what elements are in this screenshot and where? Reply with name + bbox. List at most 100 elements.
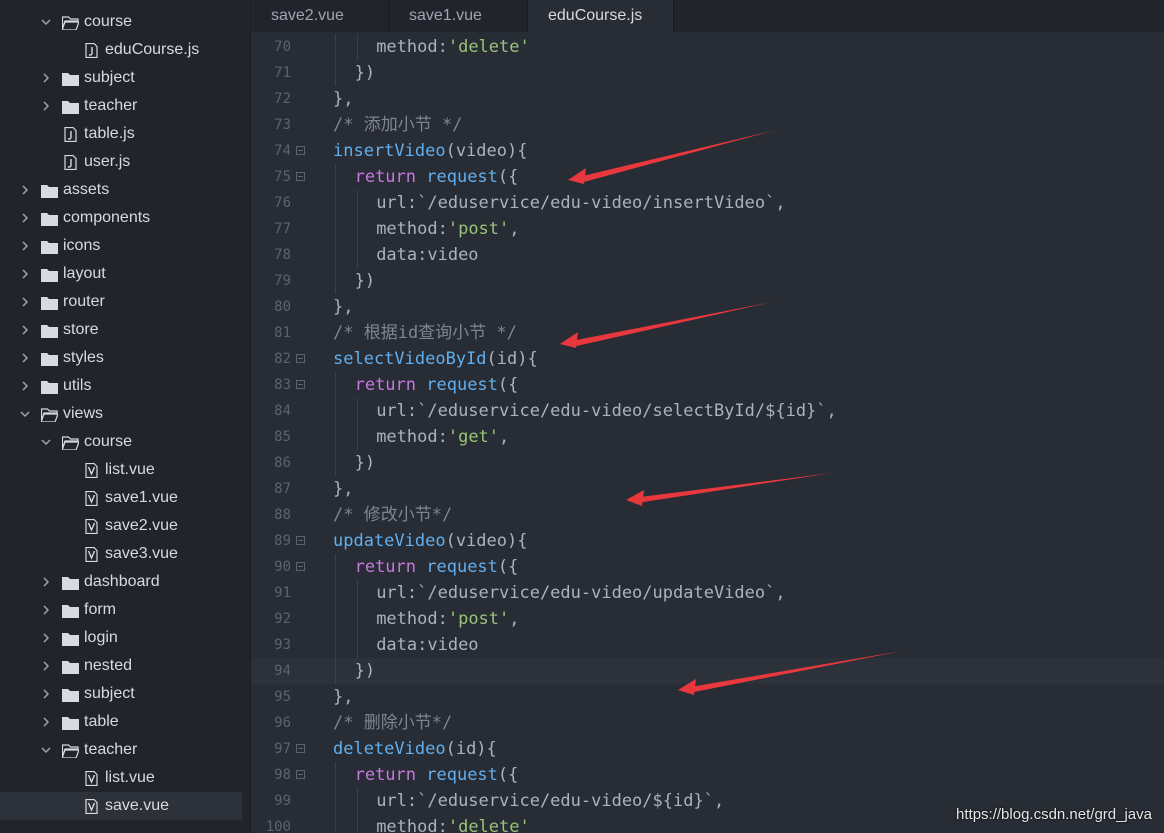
- tree-item[interactable]: store: [0, 316, 242, 344]
- chevron-right-icon[interactable]: [19, 372, 31, 400]
- watermark-text: https://blog.csdn.net/grd_java: [956, 806, 1152, 823]
- code-editor[interactable]: 70 method:'delete' 71}) 72}, 73/* 添加小节 */74 i…: [251, 32, 1164, 833]
- tree-item[interactable]: course: [0, 428, 242, 456]
- editor-tab[interactable]: eduCourse.js: [528, 0, 674, 32]
- code-line[interactable]: 80},: [251, 294, 1164, 320]
- tree-item[interactable]: list.vue: [0, 456, 242, 484]
- tree-item[interactable]: layout: [0, 260, 242, 288]
- chevron-right-icon[interactable]: [40, 652, 52, 680]
- chevron-down-icon[interactable]: [40, 736, 52, 764]
- tree-item[interactable]: list.vue: [0, 764, 242, 792]
- code-line[interactable]: 75 return request({: [251, 164, 1164, 190]
- indent-guide: [356, 632, 358, 658]
- tree-item[interactable]: router: [0, 288, 242, 316]
- code-line[interactable]: 78 data:video: [251, 242, 1164, 268]
- chevron-down-icon[interactable]: [40, 8, 52, 36]
- tree-item[interactable]: subject: [0, 64, 242, 92]
- code-line[interactable]: 90 return request({: [251, 554, 1164, 580]
- indent-guide: [356, 424, 358, 450]
- chevron-right-icon[interactable]: [19, 260, 31, 288]
- code-line[interactable]: 81 /* 根据id查询小节 */: [251, 320, 1164, 346]
- tree-item[interactable]: icons: [0, 232, 242, 260]
- fold-toggle-icon[interactable]: [296, 744, 305, 753]
- tree-item[interactable]: teacher: [0, 92, 242, 120]
- code-line[interactable]: 77 method:'post',: [251, 216, 1164, 242]
- chevron-right-icon[interactable]: [19, 204, 31, 232]
- chevron-right-icon[interactable]: [40, 596, 52, 624]
- code-line[interactable]: 95},: [251, 684, 1164, 710]
- indent-guide: [335, 372, 336, 398]
- tree-item[interactable]: table.js: [0, 120, 242, 148]
- chevron-right-icon[interactable]: [40, 680, 52, 708]
- folder-icon: [62, 659, 79, 674]
- file-tree-sidebar: course eduCourse.js subject teacher table.js…: [0, 0, 251, 833]
- tree-item[interactable]: table: [0, 708, 242, 736]
- code-line[interactable]: 83 return request({: [251, 372, 1164, 398]
- line-number: 91: [274, 585, 291, 601]
- code-line[interactable]: 76 url:`/eduservice/edu-video/insertVideo…: [251, 190, 1164, 216]
- tree-item[interactable]: save.vue: [0, 792, 242, 820]
- code-line[interactable]: 91 url:`/eduservice/edu-video/updateVideo…: [251, 580, 1164, 606]
- code-line[interactable]: 96 /* 删除小节*/: [251, 710, 1164, 736]
- code-line[interactable]: 92 method:'post',: [251, 606, 1164, 632]
- tree-item[interactable]: components: [0, 204, 242, 232]
- chevron-right-icon[interactable]: [19, 344, 31, 372]
- code-line[interactable]: 74 insertVideo(video){: [251, 138, 1164, 164]
- chevron-right-icon[interactable]: [19, 288, 31, 316]
- tree-item[interactable]: form: [0, 596, 242, 624]
- tree-item[interactable]: save1.vue: [0, 484, 242, 512]
- fold-toggle-icon[interactable]: [296, 536, 305, 545]
- chevron-right-icon[interactable]: [19, 232, 31, 260]
- code-line[interactable]: 85 method:'get',: [251, 424, 1164, 450]
- chevron-right-icon[interactable]: [40, 708, 52, 736]
- tree-item[interactable]: utils: [0, 372, 242, 400]
- fold-toggle-icon[interactable]: [296, 354, 305, 363]
- tree-item[interactable]: nested: [0, 652, 242, 680]
- tree-item[interactable]: save2.vue: [0, 512, 242, 540]
- code-line[interactable]: 93 data:video: [251, 632, 1164, 658]
- tree-item[interactable]: save3.vue: [0, 540, 242, 568]
- chevron-right-icon[interactable]: [40, 568, 52, 596]
- tree-item[interactable]: subject: [0, 680, 242, 708]
- tree-item[interactable]: teacher: [0, 736, 242, 764]
- code-line[interactable]: 87},: [251, 476, 1164, 502]
- code-line[interactable]: 70 method:'delete': [251, 34, 1164, 60]
- fold-toggle-icon[interactable]: [296, 380, 305, 389]
- fold-toggle-icon[interactable]: [296, 146, 305, 155]
- chevron-down-icon[interactable]: [19, 400, 31, 428]
- chevron-right-icon[interactable]: [19, 316, 31, 344]
- code-line[interactable]: 82 selectVideoById(id){: [251, 346, 1164, 372]
- tree-item[interactable]: dashboard: [0, 568, 242, 596]
- fold-toggle-icon[interactable]: [296, 770, 305, 779]
- fold-toggle-icon[interactable]: [296, 172, 305, 181]
- tree-item[interactable]: login: [0, 624, 242, 652]
- tree-item[interactable]: views: [0, 400, 242, 428]
- editor-tab[interactable]: save1.vue: [389, 0, 528, 32]
- code-line[interactable]: 84 url:`/eduservice/edu-video/selectById/…: [251, 398, 1164, 424]
- code-line[interactable]: 73 /* 添加小节 */: [251, 112, 1164, 138]
- code-line[interactable]: 86}): [251, 450, 1164, 476]
- tree-item[interactable]: styles: [0, 344, 242, 372]
- code-line[interactable]: 72},: [251, 86, 1164, 112]
- chevron-right-icon[interactable]: [40, 64, 52, 92]
- chevron-right-icon[interactable]: [19, 176, 31, 204]
- code-line[interactable]: 71}): [251, 60, 1164, 86]
- code-token: url:`/eduservice/edu-video/updateVideo`,: [376, 583, 786, 603]
- tree-item[interactable]: course: [0, 8, 242, 36]
- code-line[interactable]: 97 deleteVideo(id){: [251, 736, 1164, 762]
- tree-item-label: eduCourse.js: [105, 41, 200, 58]
- code-line[interactable]: 98 return request({: [251, 762, 1164, 788]
- indent-guide: [356, 398, 358, 424]
- code-line[interactable]: 89 updateVideo(video){: [251, 528, 1164, 554]
- code-line[interactable]: 88 /* 修改小节*/: [251, 502, 1164, 528]
- fold-toggle-icon[interactable]: [296, 562, 305, 571]
- editor-tab[interactable]: save2.vue: [251, 0, 389, 32]
- tree-item[interactable]: eduCourse.js: [0, 36, 242, 64]
- chevron-down-icon[interactable]: [40, 428, 52, 456]
- code-line[interactable]: 79}): [251, 268, 1164, 294]
- tree-item[interactable]: user.js: [0, 148, 242, 176]
- code-line[interactable]: 94}): [251, 658, 1164, 684]
- tree-item[interactable]: assets: [0, 176, 242, 204]
- chevron-right-icon[interactable]: [40, 92, 52, 120]
- chevron-right-icon[interactable]: [40, 624, 52, 652]
